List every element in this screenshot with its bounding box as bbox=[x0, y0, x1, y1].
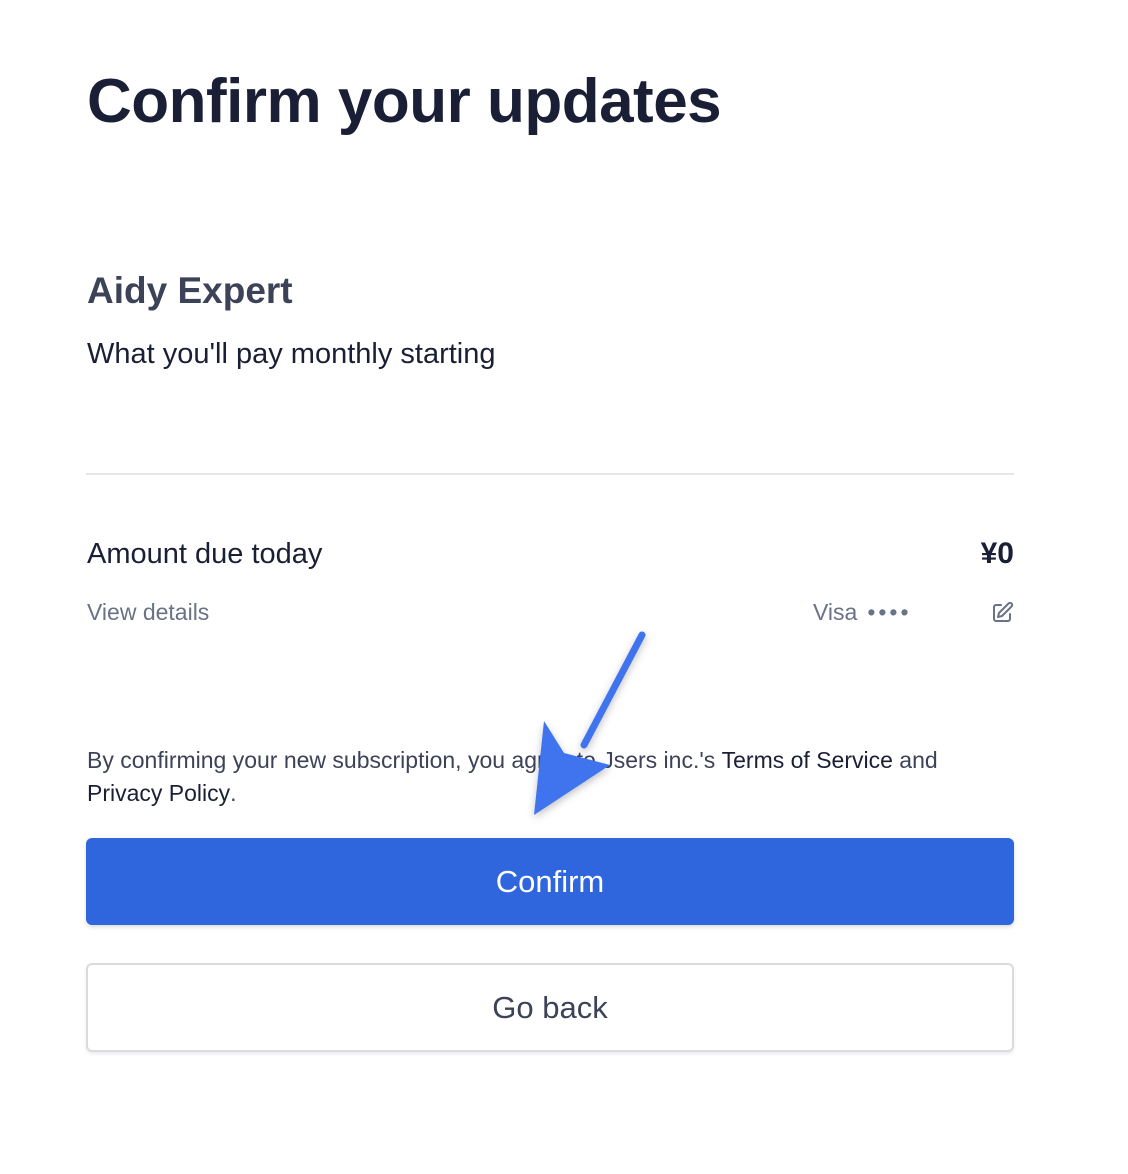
edit-icon[interactable] bbox=[990, 601, 1014, 625]
payment-method: Visa •••• bbox=[813, 599, 912, 626]
card-masked-number: •••• bbox=[867, 599, 912, 625]
divider bbox=[86, 473, 1014, 475]
terms-middle: and bbox=[892, 747, 938, 773]
plan-description: What you'll pay monthly starting bbox=[87, 338, 496, 370]
card-brand: Visa bbox=[813, 599, 858, 625]
view-details-link[interactable]: View details bbox=[87, 599, 209, 626]
go-back-button[interactable]: Go back bbox=[86, 963, 1014, 1052]
amount-due-label: Amount due today bbox=[87, 538, 323, 570]
page-title: Confirm your updates bbox=[87, 67, 722, 136]
amount-due-value: ¥0 bbox=[980, 537, 1014, 570]
plan-name: Aidy Expert bbox=[87, 270, 293, 311]
confirm-button[interactable]: Confirm bbox=[86, 838, 1014, 925]
terms-notice: By confirming your new subscription, you… bbox=[87, 744, 1007, 810]
terms-prefix: By confirming your new subscription, you… bbox=[87, 747, 722, 773]
terms-suffix: . bbox=[230, 780, 237, 806]
privacy-policy-link[interactable]: Privacy Policy bbox=[87, 780, 230, 806]
terms-of-service-link[interactable]: Terms of Service bbox=[722, 747, 893, 773]
